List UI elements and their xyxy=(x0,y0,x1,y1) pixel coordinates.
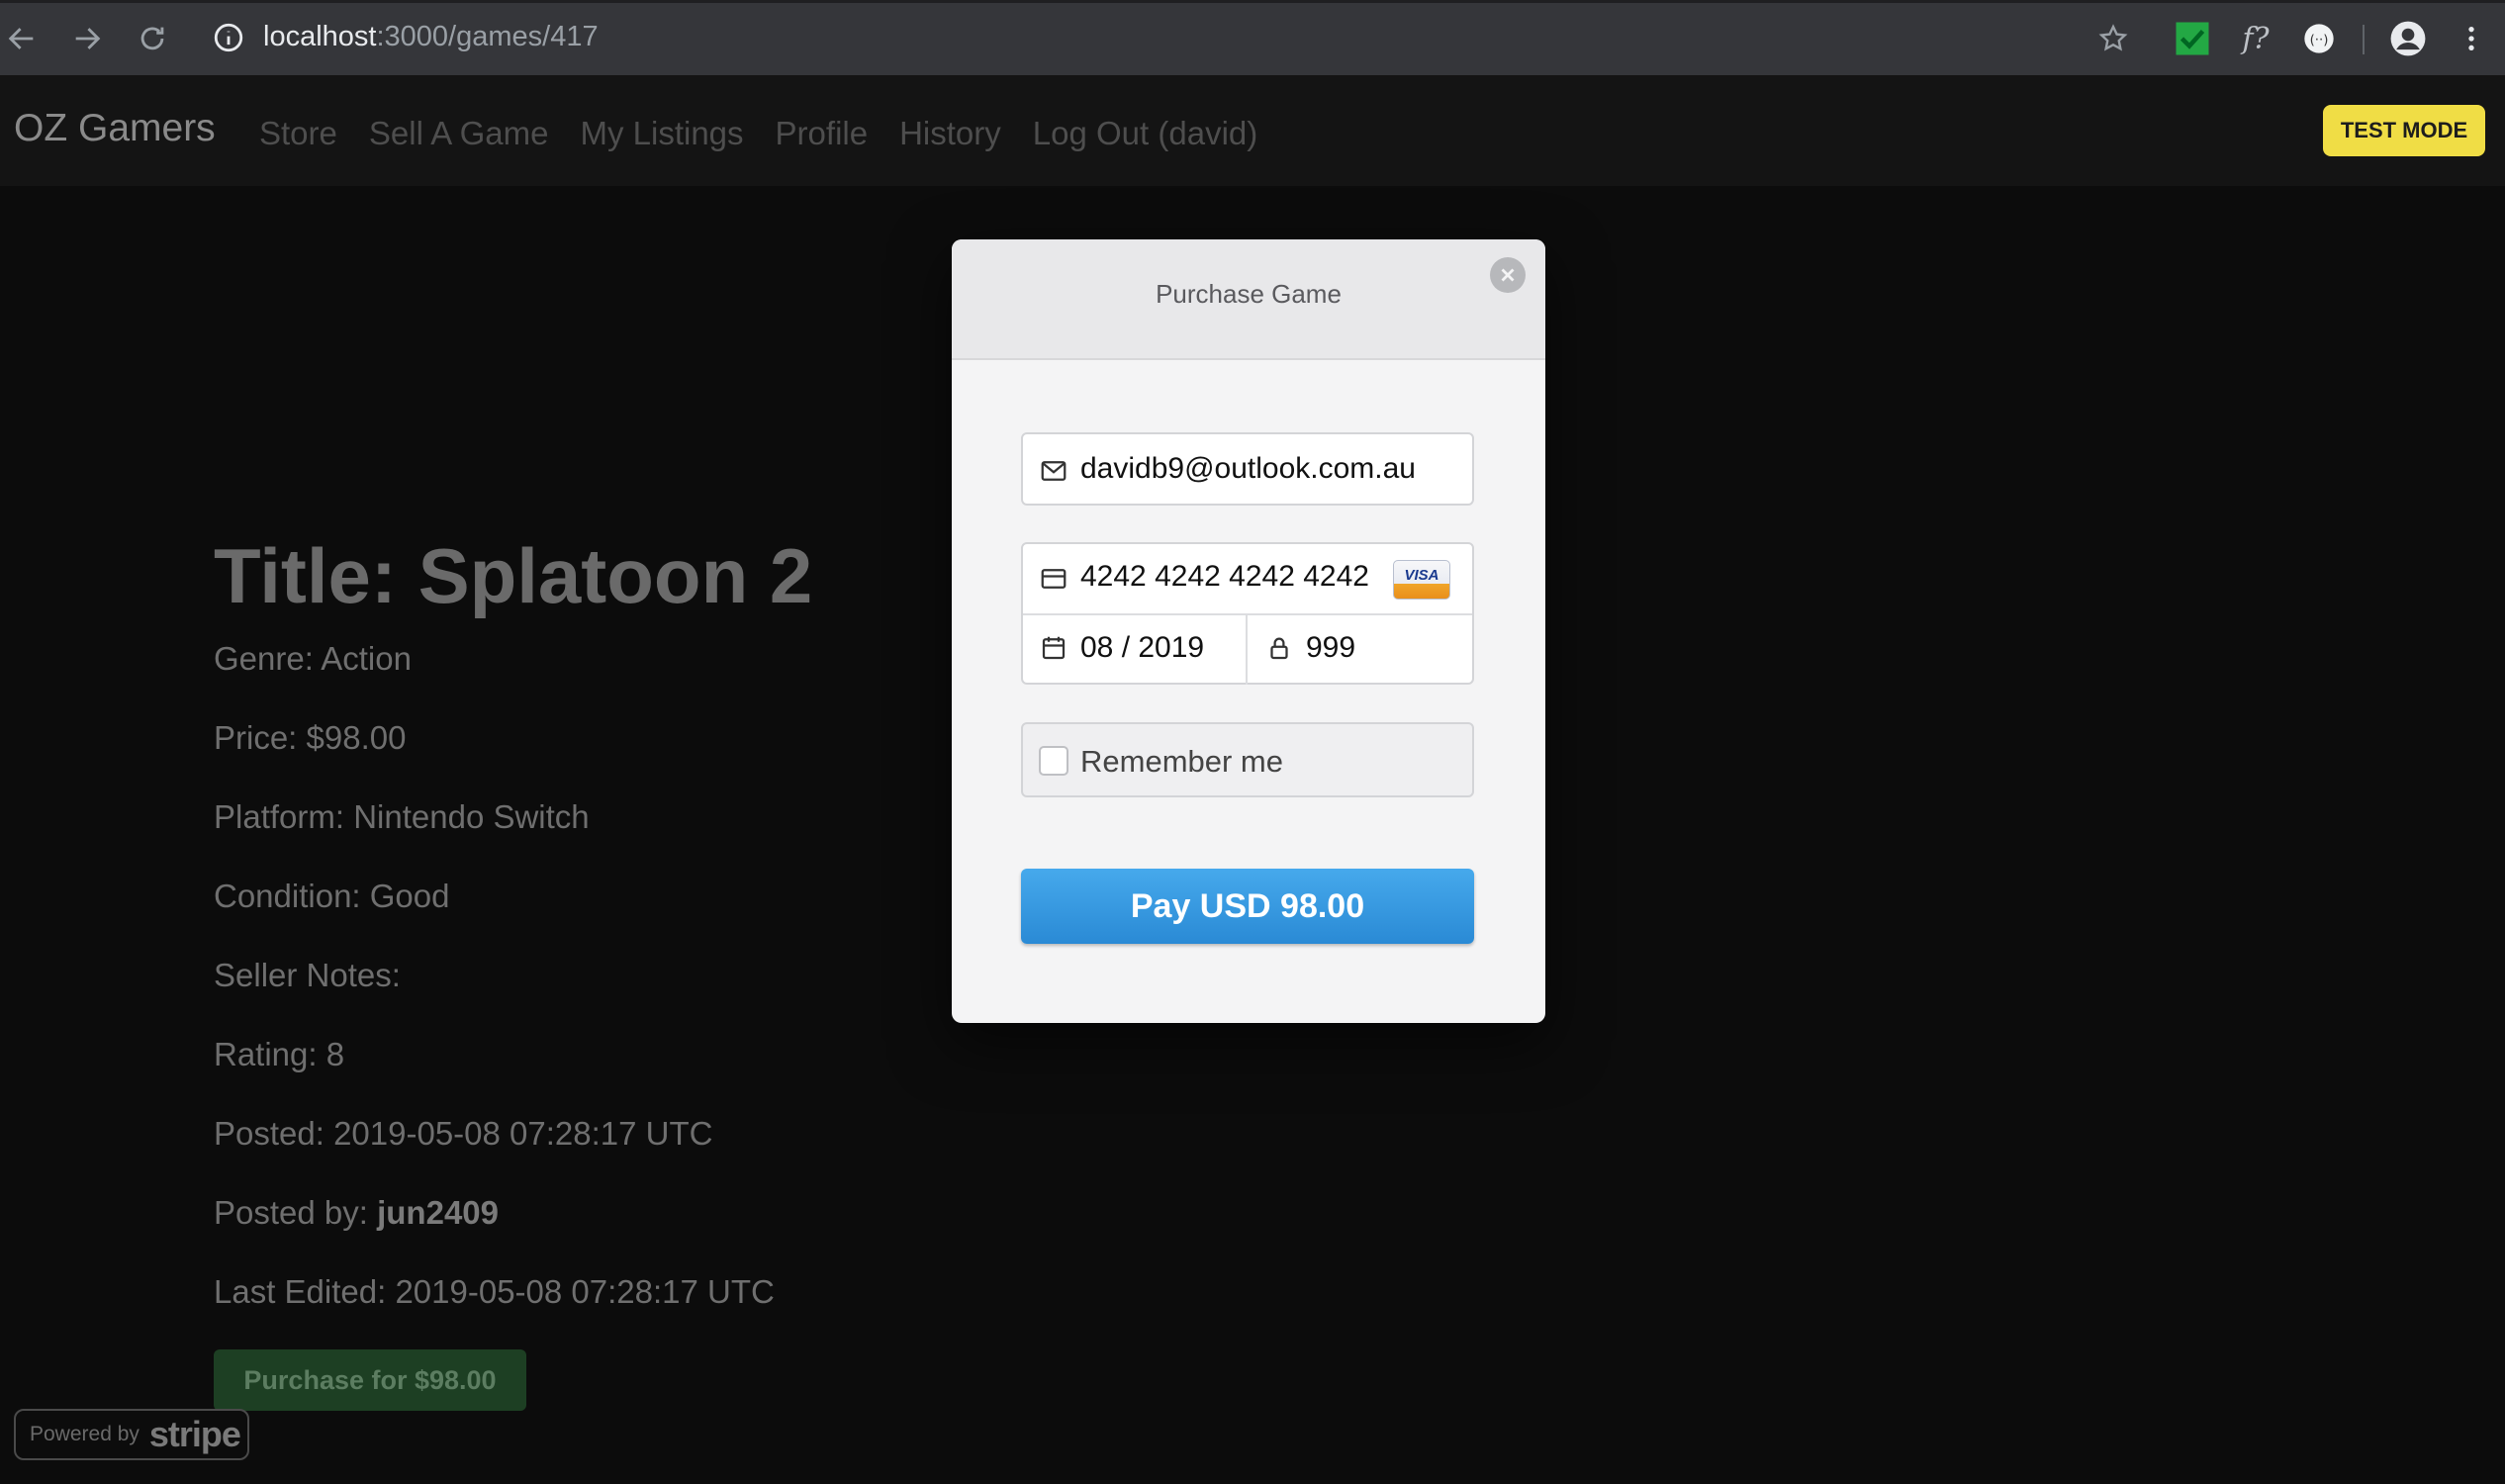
reload-icon[interactable] xyxy=(131,17,174,60)
game-seller-notes: Seller Notes: xyxy=(214,957,401,993)
test-mode-badge: TEST MODE xyxy=(2323,105,2485,156)
nav-links: Store Sell A Game My Listings Profile Hi… xyxy=(259,115,1257,152)
game-last-edited: Last Edited: 2019-05-08 07:28:17 UTC xyxy=(214,1273,775,1310)
pay-button[interactable]: Pay USD 98.00 xyxy=(1021,869,1474,944)
calendar-icon xyxy=(1039,633,1068,663)
visa-label: VISA xyxy=(1404,567,1439,584)
card-divider-vertical xyxy=(1246,615,1248,685)
game-platform: Platform: Nintendo Switch xyxy=(214,798,590,835)
info-icon[interactable] xyxy=(212,21,245,54)
brand-logo[interactable]: OZ Gamers xyxy=(14,107,216,150)
posted-by-user[interactable]: jun2409 xyxy=(377,1194,499,1231)
game-posted-by: Posted by: jun2409 xyxy=(214,1194,499,1232)
url-text: localhost:3000/games/417 xyxy=(263,21,599,53)
remember-me-field[interactable]: Remember me xyxy=(1021,722,1474,797)
browser-toolbar: localhost:3000/games/417 f? (··) xyxy=(0,0,2505,75)
card-divider xyxy=(1023,613,1472,615)
forward-arrow-icon[interactable] xyxy=(65,17,109,60)
game-condition: Condition: Good xyxy=(214,878,450,914)
app-navbar: OZ Gamers Store Sell A Game My Listings … xyxy=(0,75,2505,186)
address-bar[interactable]: localhost:3000/games/417 xyxy=(202,11,2477,66)
toolbar-separator xyxy=(2363,25,2365,54)
game-details: Title: Splatoon 2 Genre: Action Price: $… xyxy=(214,529,813,1411)
game-price: Price: $98.00 xyxy=(214,719,407,756)
nav-link-store[interactable]: Store xyxy=(259,115,337,152)
lock-icon xyxy=(1264,633,1294,663)
remember-me-label: Remember me xyxy=(1080,744,1283,779)
credit-card-icon xyxy=(1039,564,1068,594)
stripe-logo: stripe xyxy=(148,1414,241,1454)
nav-link-profile[interactable]: Profile xyxy=(776,115,869,152)
checkmark-extension-icon[interactable] xyxy=(2173,19,2212,58)
back-arrow-icon[interactable] xyxy=(0,17,44,60)
email-field[interactable]: davidb9@outlook.com.au xyxy=(1021,432,1474,506)
posted-by-label: Posted by: xyxy=(214,1194,378,1231)
nav-link-history[interactable]: History xyxy=(899,115,1001,152)
game-genre: Genre: Action xyxy=(214,640,412,677)
account-icon[interactable] xyxy=(2388,19,2428,58)
game-posted: Posted: 2019-05-08 07:28:17 UTC xyxy=(214,1115,713,1152)
modal-header: Purchase Game xyxy=(952,239,1545,360)
nav-link-log-out[interactable]: Log Out (david) xyxy=(1033,115,1257,152)
envelope-icon xyxy=(1039,456,1068,486)
star-icon[interactable] xyxy=(2093,19,2133,58)
url-host: localhost xyxy=(263,21,377,52)
purchase-button[interactable]: Purchase for $98.00 xyxy=(214,1349,526,1411)
game-title: Title: Splatoon 2 xyxy=(214,532,813,619)
svg-text:(··): (··) xyxy=(2310,33,2329,47)
function-extension-icon[interactable]: f? xyxy=(2236,19,2275,58)
visa-card-icon: VISA xyxy=(1393,560,1450,600)
email-value: davidb9@outlook.com.au xyxy=(1080,452,1416,485)
card-number-field[interactable]: 4242 4242 4242 4242 xyxy=(1080,560,1369,594)
nav-link-sell-a-game[interactable]: Sell A Game xyxy=(369,115,549,152)
remember-me-checkbox[interactable] xyxy=(1039,746,1068,776)
powered-by-label: Powered by xyxy=(30,1423,139,1445)
expiry-field[interactable]: 08 / 2019 xyxy=(1080,631,1204,665)
circle-extension-icon[interactable]: (··) xyxy=(2299,19,2339,58)
modal-title: Purchase Game xyxy=(1156,279,1342,309)
cvc-field[interactable]: 999 xyxy=(1306,631,1355,665)
game-rating: Rating: 8 xyxy=(214,1036,345,1072)
card-details-group: 4242 4242 4242 4242 VISA 08 / 2019 999 xyxy=(1021,542,1474,685)
nav-link-my-listings[interactable]: My Listings xyxy=(580,115,743,152)
url-path: :3000/games/417 xyxy=(376,21,599,52)
checkout-modal: Purchase Game davidb9@outlook.com.au 424… xyxy=(952,239,1545,1023)
powered-by-stripe-badge[interactable]: Powered by stripe xyxy=(14,1409,249,1460)
kebab-menu-icon[interactable] xyxy=(2452,19,2491,58)
close-icon[interactable] xyxy=(1490,257,1526,293)
